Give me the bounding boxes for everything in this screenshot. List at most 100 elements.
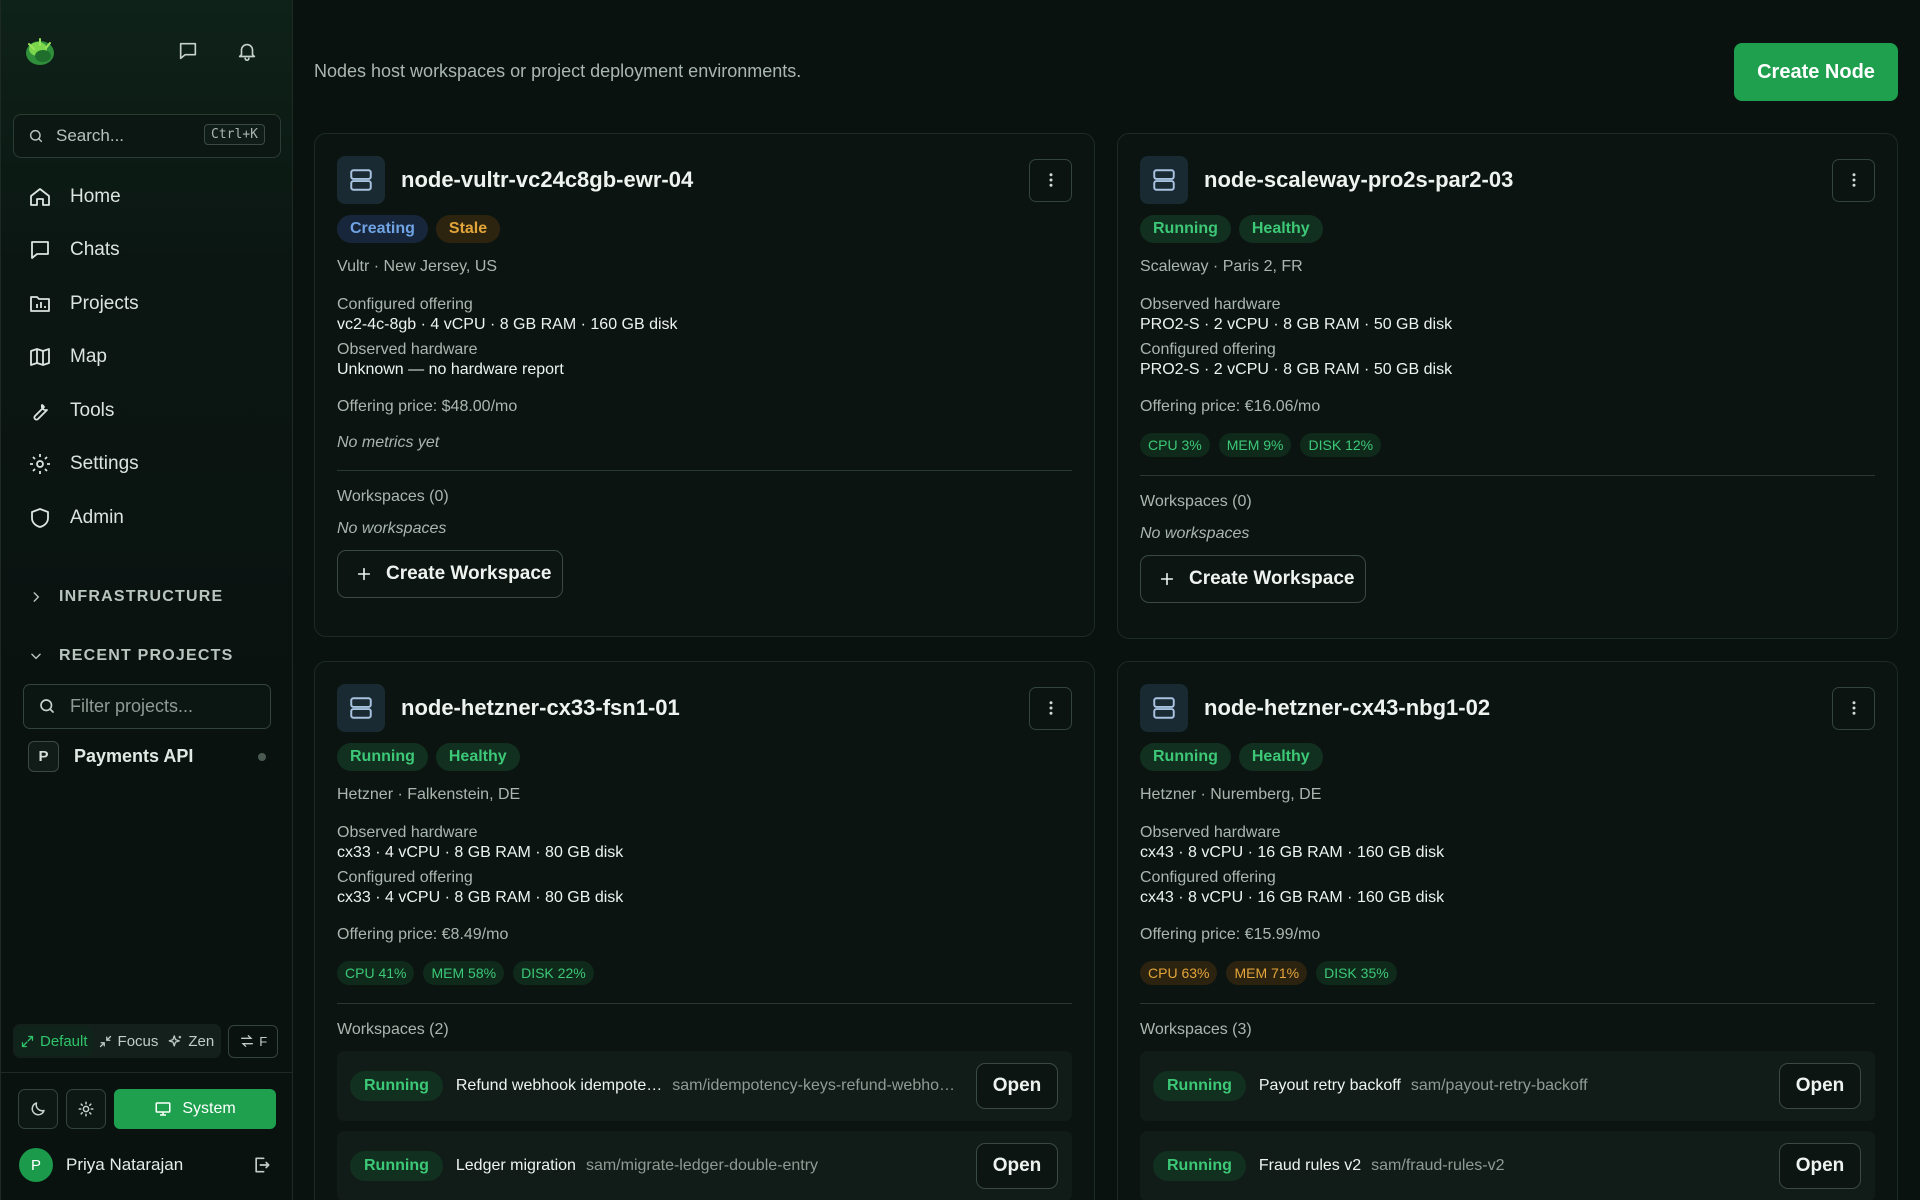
node-menu-button[interactable] <box>1029 158 1072 202</box>
open-workspace-button[interactable]: Open <box>1779 1143 1861 1189</box>
dark-theme-button[interactable] <box>18 1089 58 1129</box>
workspace-name: Fraud rules v2 <box>1258 1157 1362 1174</box>
infrastructure-section-toggle[interactable]: INFRASTRUCTURE <box>1 582 292 612</box>
app-logo[interactable] <box>23 35 57 69</box>
create-node-button[interactable]: Create Node <box>1734 43 1898 101</box>
chat-icon <box>179 42 197 60</box>
more-vertical-icon <box>1852 701 1855 715</box>
region: Paris 2, FR <box>1222 258 1303 275</box>
create-workspace-label: Create Workspace <box>386 563 552 584</box>
node-card: node-vultr-vc24c8gb-ewr-04 Creating Stal… <box>314 133 1095 637</box>
disk-metric: DISK 35% <box>1316 961 1397 985</box>
workspace-status-badge: Running <box>1153 1071 1246 1101</box>
node-card-header: node-vultr-vc24c8gb-ewr-04 <box>337 156 1072 204</box>
node-name[interactable]: node-vultr-vc24c8gb-ewr-04 <box>401 167 693 193</box>
spec-block: Observed hardware PRO2-S · 2 vCPU · 8 GB… <box>1140 296 1875 334</box>
mode-label: Default <box>40 1032 88 1050</box>
open-workspace-button[interactable]: Open <box>976 1063 1058 1109</box>
search-icon <box>29 129 43 143</box>
create-workspace-button[interactable]: Create Workspace <box>337 550 563 598</box>
nav-item-chats[interactable]: Chats <box>1 224 292 278</box>
wrench-icon <box>33 403 48 421</box>
metric-value: 58% <box>468 965 497 981</box>
user-profile: P Priya Natarajan <box>19 1148 272 1182</box>
create-workspace-button[interactable]: Create Workspace <box>1140 555 1366 603</box>
mode-default-button[interactable]: Default <box>15 1026 93 1056</box>
nav-item-map[interactable]: Map <box>1 331 292 385</box>
spec-label: Observed hardware <box>1140 296 1281 313</box>
layout-mode-bar: Default Focus Zen F <box>13 1024 279 1058</box>
swap-layout-button[interactable]: F <box>228 1024 279 1058</box>
mode-label: Zen <box>188 1032 215 1050</box>
region: Falkenstein, DE <box>407 786 521 803</box>
spec-block: Configured offering vc2-4c-8gb · 4 vCPU … <box>337 296 1072 334</box>
system-theme-label: System <box>182 1100 236 1117</box>
mode-focus-button[interactable]: Focus <box>93 1026 164 1056</box>
node-menu-button[interactable] <box>1029 686 1072 730</box>
open-workspace-button[interactable]: Open <box>1779 1063 1861 1109</box>
more-vertical-icon <box>1049 701 1052 715</box>
nav-item-tools[interactable]: Tools <box>1 384 292 438</box>
nav-label: Chats <box>70 239 120 261</box>
plus-icon <box>1160 572 1174 586</box>
mode-label: Focus <box>117 1032 159 1050</box>
spec-value: cx33 · 4 vCPU · 8 GB RAM · 80 GB disk <box>337 889 624 906</box>
workspace-name: Payout retry backoff <box>1258 1077 1401 1094</box>
workspace-branch: sam/fraud-rules-v2 <box>1371 1157 1505 1174</box>
metric-value: 71% <box>1271 965 1300 981</box>
recent-projects-section-toggle[interactable]: RECENT PROJECTS <box>1 641 292 671</box>
node-card-header: node-scaleway-pro2s-par2-03 <box>1140 156 1875 204</box>
notifications-button[interactable] <box>232 36 262 66</box>
workspace-name: Ledger migration <box>455 1157 576 1174</box>
filter-projects-input[interactable]: Filter projects... <box>23 683 271 729</box>
search-label: Search... <box>56 126 125 145</box>
nav-item-home[interactable]: Home <box>1 170 292 224</box>
theme-switcher: System <box>18 1089 276 1129</box>
node-name[interactable]: node-scaleway-pro2s-par2-03 <box>1204 167 1513 193</box>
region: New Jersey, US <box>383 258 498 275</box>
disk-metric: DISK 22% <box>513 961 594 985</box>
workspaces-header: Workspaces (3) <box>1140 1021 1252 1038</box>
mode-zen-button[interactable]: Zen <box>163 1026 219 1056</box>
nav-item-settings[interactable]: Settings <box>1 438 292 492</box>
main-nav: Home Chats Projects Map Tools Settings A… <box>1 170 292 545</box>
nav-label: Home <box>70 185 121 207</box>
light-theme-button[interactable] <box>66 1089 106 1129</box>
cpu-metric: CPU 63% <box>1140 961 1218 985</box>
no-workspaces-text: No workspaces <box>1140 525 1250 542</box>
logout-button[interactable] <box>252 1155 272 1175</box>
node-menu-button[interactable] <box>1832 686 1875 730</box>
node-menu-button[interactable] <box>1832 158 1875 202</box>
nav-label: Projects <box>70 292 139 314</box>
nav-item-projects[interactable]: Projects <box>1 277 292 331</box>
workspaces-header: Workspaces (0) <box>337 488 449 505</box>
chat-icon <box>31 241 49 260</box>
node-name[interactable]: node-hetzner-cx33-fsn1-01 <box>401 695 680 721</box>
provider: Vultr <box>337 258 370 275</box>
avatar[interactable]: P <box>19 1148 53 1182</box>
nav-label: Settings <box>70 453 139 475</box>
nav-item-admin[interactable]: Admin <box>1 491 292 545</box>
section-title: INFRASTRUCTURE <box>59 587 224 605</box>
system-theme-button[interactable]: System <box>114 1089 276 1129</box>
workspace-row: Running Payout retry backoff sam/payout-… <box>1140 1051 1875 1121</box>
bell-icon <box>238 43 256 61</box>
messages-button[interactable] <box>173 36 203 66</box>
gear-icon <box>30 454 50 475</box>
metric-label: CPU <box>1148 965 1178 981</box>
more-vertical-icon <box>1852 173 1855 187</box>
no-metrics-text: No metrics yet <box>337 434 440 451</box>
recent-project-item[interactable]: P Payments API <box>28 741 292 773</box>
spec-value: PRO2-S · 2 vCPU · 8 GB RAM · 50 GB disk <box>1140 316 1453 333</box>
node-badges: Running Healthy <box>1140 215 1875 243</box>
node-name[interactable]: node-hetzner-cx43-nbg1-02 <box>1204 695 1490 721</box>
node-location: Vultr · New Jersey, US <box>337 258 498 275</box>
home-icon <box>30 187 50 206</box>
node-card-header: node-hetzner-cx43-nbg1-02 <box>1140 684 1875 732</box>
sidebar-search[interactable]: Search... Ctrl+K <box>13 114 281 158</box>
health-badge: Healthy <box>1238 743 1323 771</box>
node-badges: Running Healthy <box>1140 743 1875 771</box>
section-title: RECENT PROJECTS <box>59 646 234 664</box>
open-workspace-button[interactable]: Open <box>976 1143 1058 1189</box>
node-card: node-hetzner-cx43-nbg1-02 Running Health… <box>1117 661 1898 1200</box>
